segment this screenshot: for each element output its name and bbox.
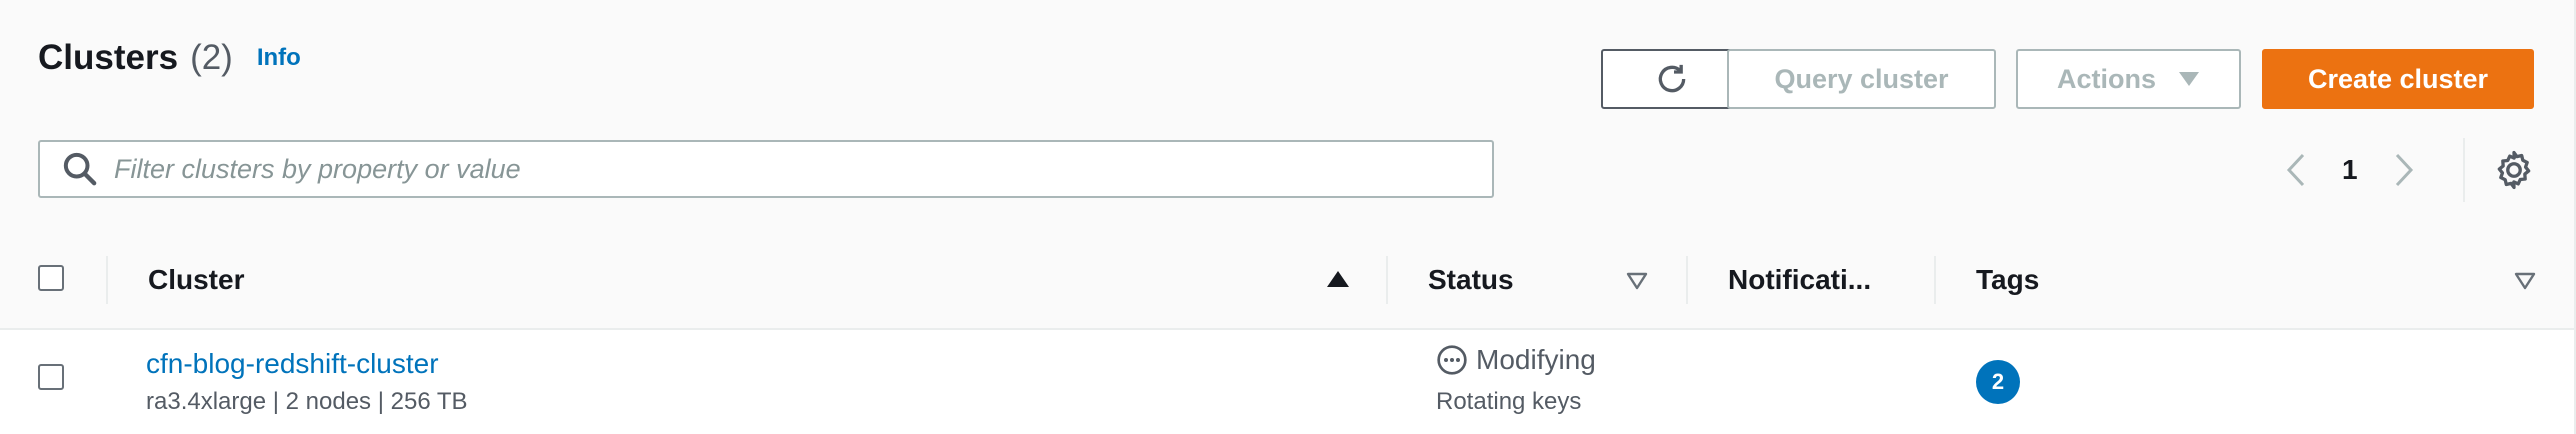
- column-header-tags-label: Tags: [1976, 264, 2040, 295]
- status-detail: Rotating keys: [1436, 388, 1582, 415]
- current-page-number[interactable]: 1: [2342, 154, 2358, 186]
- status-indicator: Modifying: [1436, 344, 1596, 376]
- column-separator: [1686, 256, 1688, 304]
- actions-dropdown-button[interactable]: Actions: [2016, 49, 2241, 109]
- sort-icon[interactable]: [1626, 272, 1648, 290]
- search-input[interactable]: [112, 152, 1492, 186]
- gear-icon: [2497, 150, 2531, 190]
- column-header-tags[interactable]: Tags: [1976, 232, 2039, 328]
- column-header-notifications[interactable]: Notificati...: [1728, 232, 1871, 328]
- refresh-icon: [1658, 64, 1686, 93]
- cluster-count: (2): [190, 38, 233, 77]
- column-separator: [1934, 256, 1936, 304]
- caret-down-icon: [2179, 72, 2199, 86]
- status-text: Modifying: [1476, 344, 1596, 375]
- info-link[interactable]: Info: [257, 44, 301, 72]
- panel-header: Clusters (2) Info Query cluster Actions …: [0, 0, 2576, 234]
- page-title-text: Clusters: [38, 38, 179, 77]
- create-cluster-button[interactable]: Create cluster: [2262, 49, 2534, 109]
- refresh-button[interactable]: [1601, 49, 1743, 109]
- preferences-button[interactable]: [2492, 148, 2536, 192]
- column-separator: [1386, 256, 1388, 304]
- cluster-details: ra3.4xlarge | 2 nodes | 256 TB: [146, 388, 468, 415]
- column-separator: [106, 256, 108, 304]
- chevron-left-icon: [2286, 153, 2305, 187]
- cluster-name-link[interactable]: cfn-blog-redshift-cluster: [146, 348, 439, 380]
- select-all-checkbox[interactable]: [38, 265, 64, 291]
- in-progress-icon: [1437, 345, 1467, 375]
- table-row: cfn-blog-redshift-cluster ra3.4xlarge | …: [0, 330, 2576, 434]
- column-header-status-label: Status: [1428, 264, 1514, 295]
- search-field[interactable]: [38, 140, 1494, 198]
- pagination-divider: [2463, 138, 2465, 202]
- actions-label: Actions: [2056, 63, 2156, 94]
- next-page-button[interactable]: [2386, 150, 2422, 190]
- clusters-panel: Clusters (2) Info Query cluster Actions …: [0, 0, 2576, 434]
- column-header-notifications-label: Notificati...: [1728, 264, 1872, 295]
- table-header: Cluster Status Notificati... Tags: [0, 232, 2576, 330]
- column-header-cluster[interactable]: Cluster: [148, 232, 244, 328]
- page-title: Clusters (2) Info: [38, 38, 301, 78]
- column-header-cluster-label: Cluster: [148, 264, 245, 295]
- search-icon: [63, 152, 97, 186]
- row-select-checkbox[interactable]: [38, 364, 64, 390]
- pagination: 1: [2278, 140, 2422, 200]
- create-cluster-label: Create cluster: [2307, 63, 2489, 94]
- sort-ascending-icon[interactable]: [1326, 270, 1350, 288]
- previous-page-button[interactable]: [2278, 150, 2314, 190]
- column-header-status[interactable]: Status: [1428, 232, 1514, 328]
- query-cluster-button[interactable]: Query cluster: [1727, 49, 1996, 109]
- sort-icon[interactable]: [2514, 272, 2536, 290]
- query-cluster-label: Query cluster: [1774, 63, 1949, 94]
- chevron-right-icon: [2395, 153, 2413, 187]
- tags-count-badge[interactable]: 2: [1976, 360, 2020, 404]
